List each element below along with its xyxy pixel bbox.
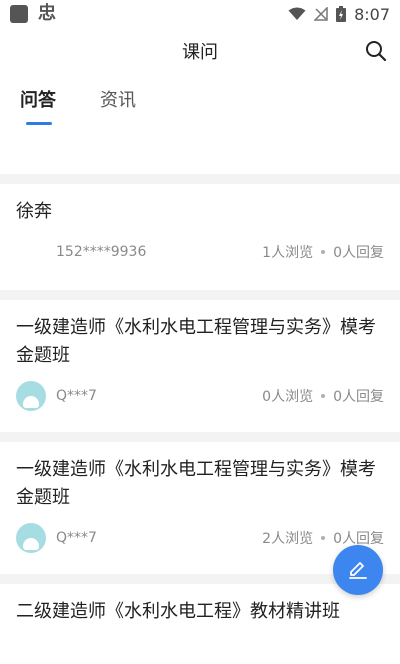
post-stats: 1人浏览 0人回复 bbox=[262, 242, 384, 262]
app-notification-icon: 忠 bbox=[38, 3, 56, 24]
active-tab-indicator bbox=[26, 122, 52, 125]
status-left: 忠 bbox=[10, 5, 56, 23]
divider bbox=[0, 432, 400, 442]
post-stats: 0人浏览 0人回复 bbox=[262, 386, 384, 406]
avatar[interactable] bbox=[16, 381, 46, 411]
post-title: 一级建造师《水利水电工程管理与实务》模考金题班 bbox=[16, 459, 376, 508]
post-author: 152****9936 bbox=[16, 237, 146, 267]
post-meta: 152****9936 1人浏览 0人回复 bbox=[16, 226, 384, 278]
tab-bar: 问答 资讯 bbox=[0, 78, 400, 127]
battery-charging-icon bbox=[336, 6, 347, 22]
post-card[interactable]: 二级建造师《水利水电工程》教材精讲班 bbox=[0, 584, 400, 664]
status-right: 8:07 bbox=[288, 5, 390, 24]
feed-top-spacer bbox=[0, 126, 400, 174]
avatar-placeholder bbox=[16, 237, 46, 267]
page-title: 课问 bbox=[182, 42, 218, 63]
tab-news[interactable]: 资讯 bbox=[100, 86, 136, 112]
clock: 8:07 bbox=[354, 4, 390, 24]
author-name: 152****9936 bbox=[56, 244, 147, 260]
post-card[interactable]: 一级建造师《水利水电工程管理与实务》模考金题班 Q***7 0人浏览 0人回复 bbox=[0, 300, 400, 432]
post-author: Q***7 bbox=[16, 523, 97, 553]
post-title: 一级建造师《水利水电工程管理与实务》模考金题班 bbox=[16, 317, 376, 366]
separator-dot bbox=[321, 250, 326, 254]
notification-square-icon bbox=[10, 5, 28, 23]
separator-dot bbox=[321, 536, 326, 540]
reply-count: 0人回复 bbox=[333, 245, 384, 261]
tab-qa[interactable]: 问答 bbox=[20, 86, 56, 112]
compose-button[interactable] bbox=[333, 545, 383, 595]
wifi-icon bbox=[288, 7, 306, 20]
no-signal-icon bbox=[314, 7, 328, 21]
post-meta: Q***7 2人浏览 0人回复 bbox=[16, 512, 384, 564]
app-header: 课问 bbox=[0, 28, 400, 74]
post-card[interactable]: 徐奔 152****9936 1人浏览 0人回复 bbox=[0, 184, 400, 290]
post-author: Q***7 bbox=[16, 381, 97, 411]
separator-dot bbox=[321, 394, 326, 398]
post-stats: 2人浏览 0人回复 bbox=[262, 528, 384, 548]
edit-icon bbox=[349, 562, 367, 579]
status-bar: 忠 8:07 bbox=[0, 0, 400, 28]
post-title: 二级建造师《水利水电工程》教材精讲班 bbox=[16, 601, 340, 622]
reply-count: 0人回复 bbox=[333, 389, 384, 405]
divider bbox=[0, 174, 400, 184]
post-title: 徐奔 bbox=[16, 201, 52, 222]
view-count: 1人浏览 bbox=[262, 245, 314, 261]
search-icon[interactable] bbox=[364, 39, 388, 63]
view-count: 2人浏览 bbox=[262, 531, 314, 547]
author-name: Q***7 bbox=[56, 530, 97, 546]
divider bbox=[0, 290, 400, 300]
author-name: Q***7 bbox=[56, 388, 97, 404]
post-meta: Q***7 0人浏览 0人回复 bbox=[16, 370, 384, 422]
view-count: 0人浏览 bbox=[262, 389, 314, 405]
avatar[interactable] bbox=[16, 523, 46, 553]
